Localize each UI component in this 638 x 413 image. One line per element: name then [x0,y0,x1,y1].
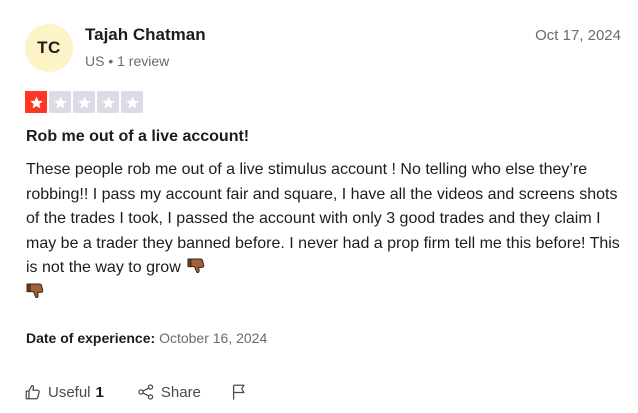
review-body: These people rob me out of a live stimul… [26,158,626,305]
share-label: Share [160,383,201,401]
star-icon [97,91,119,113]
review-card: TC Tajah Chatman US • 1 review Oct 17, 2… [0,0,638,413]
reviewer-name[interactable]: Tajah Chatman [85,25,206,45]
review-date: Oct 17, 2024 [535,27,621,44]
star-icon [49,91,71,113]
thumbs-down-emoji [26,283,44,298]
flag-icon [232,384,245,400]
avatar[interactable]: TC [25,24,73,72]
useful-label: Useful [48,383,91,401]
experience-label: Date of experience: [26,330,156,346]
review-actions: Useful 1 Share [24,383,248,401]
date-of-experience: Date of experience: October 16, 2024 [26,330,267,346]
experience-date: October 16, 2024 [159,330,268,346]
avatar-initials: TC [37,38,61,57]
useful-count: 1 [95,383,104,401]
review-title[interactable]: Rob me out of a live account! [26,128,249,146]
review-body-text: These people rob me out of a live stimul… [26,161,620,276]
reviewer-meta: US • 1 review [85,53,170,69]
useful-button[interactable]: Useful 1 [24,383,104,401]
share-button[interactable]: Share [137,383,201,401]
star-icon [25,91,47,113]
thumbs-down-emoji [187,258,205,274]
star-icon [121,91,143,113]
star-rating [25,91,143,113]
report-button[interactable] [230,383,248,401]
thumbs-up-icon [25,384,40,400]
share-icon [138,384,154,400]
star-icon [73,91,95,113]
